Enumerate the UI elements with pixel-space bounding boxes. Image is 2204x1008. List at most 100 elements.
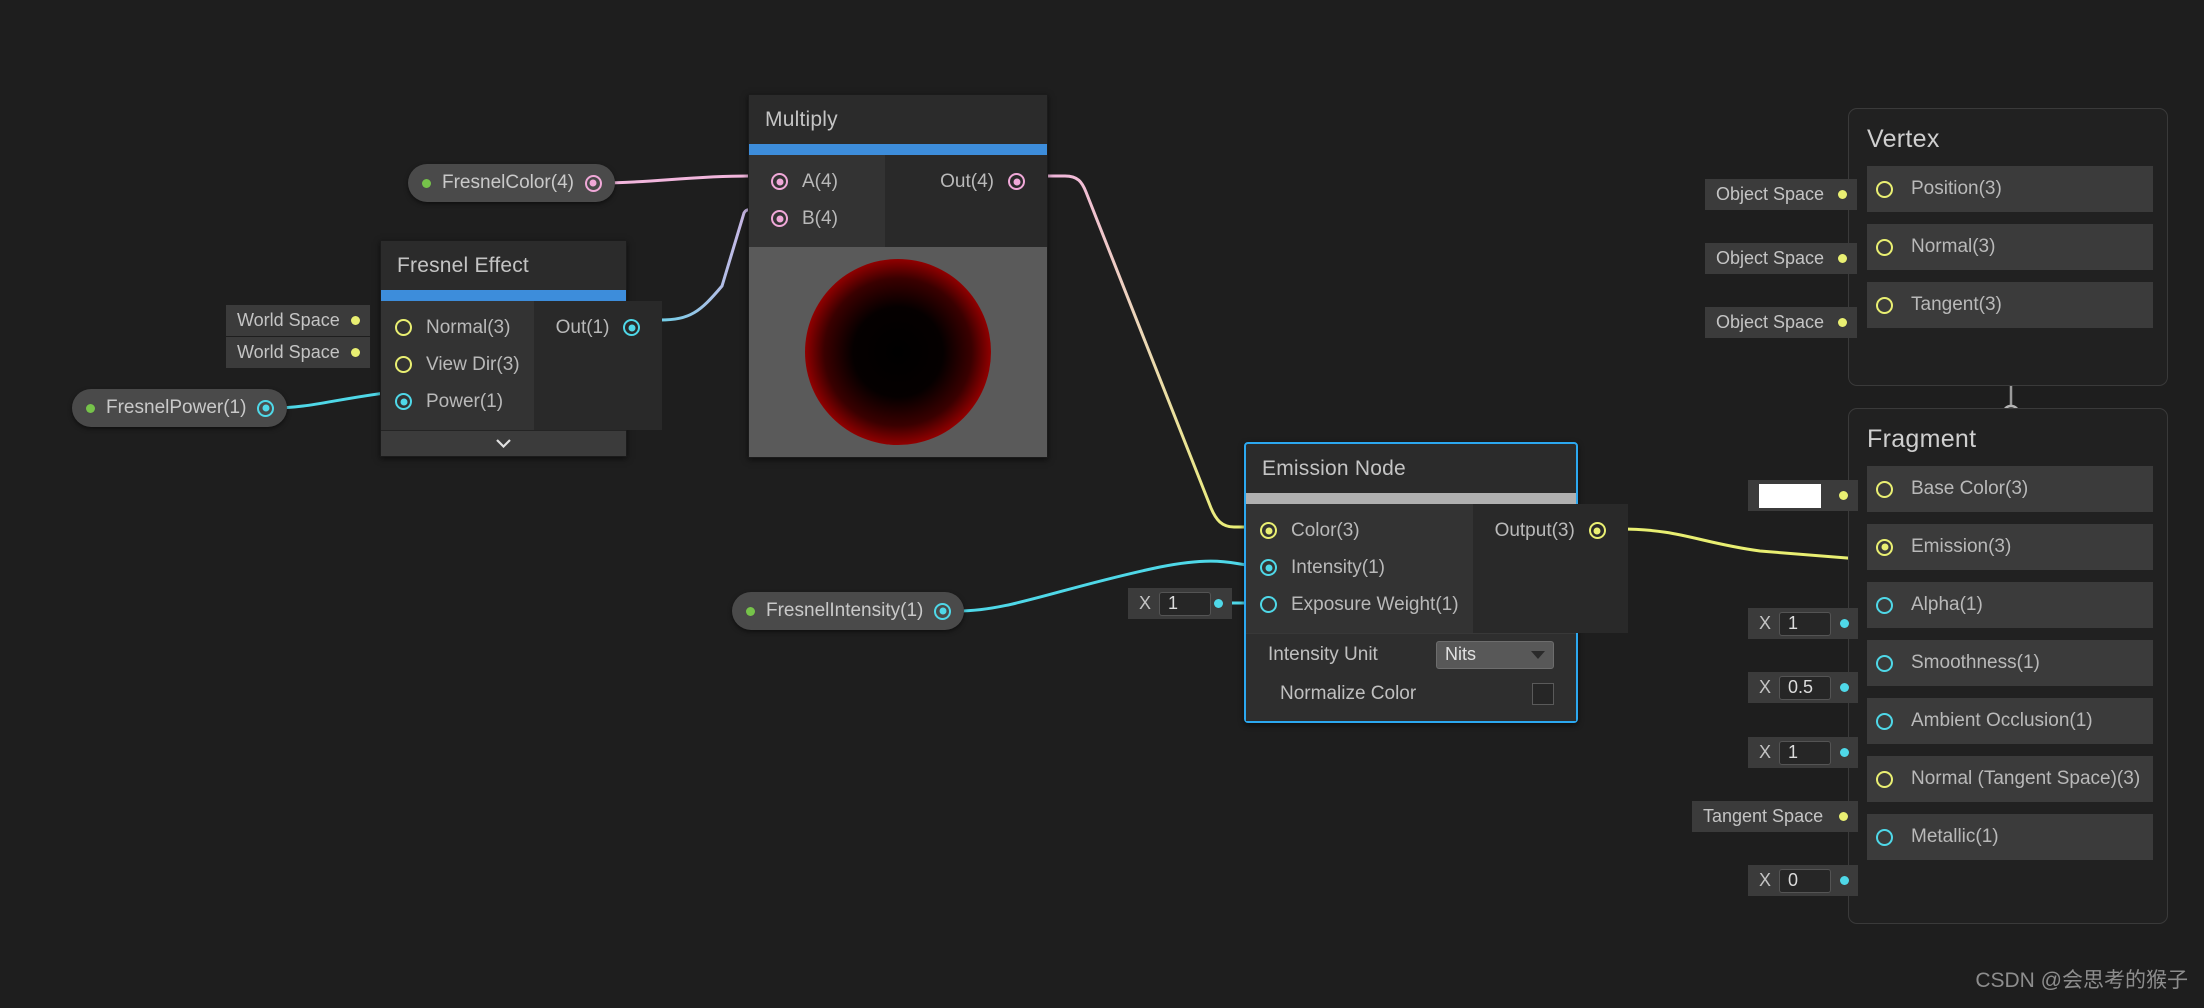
control-port-dot[interactable] [1840,683,1849,692]
port-label: Intensity(1) [1291,556,1385,578]
property-output-port[interactable] [934,602,952,620]
enum-control-normal-tangent-space[interactable]: Tangent Space [1692,801,1858,832]
stack-row-base-color[interactable]: Base Color(3) [1867,466,2153,512]
stack-row-normal-tangent-space[interactable]: Normal (Tangent Space)(3) [1867,756,2153,802]
control-port-dot[interactable] [351,316,360,325]
setting-normalize-color[interactable]: Normalize Color [1246,675,1576,721]
output-port[interactable] [1008,173,1026,190]
number-input[interactable]: 1 [1159,591,1212,616]
enum-control-position-space[interactable]: Object Space [1705,179,1857,210]
float-control-smoothness[interactable]: X 0.5 [1748,672,1858,703]
block-port[interactable] [1876,654,1893,672]
port-row-emission-output[interactable]: Output(3) [1473,512,1628,549]
number-input[interactable]: 0 [1779,868,1832,893]
enum-control-viewdir-space[interactable]: World Space [226,337,370,368]
property-node-fresnel-color[interactable]: FresnelColor(4) [408,164,615,202]
number-input[interactable]: 1 [1779,611,1832,636]
enum-control-tangent-space-vertex[interactable]: Object Space [1705,307,1857,338]
input-port[interactable] [771,173,788,190]
stack-row-tangent[interactable]: Tangent(3) [1867,282,2153,328]
port-row-multiply-a[interactable]: A(4) [749,163,885,200]
property-bullet-icon [746,606,755,616]
port-row-fresnel-power[interactable]: Power(1) [381,383,534,420]
control-port-dot[interactable] [1838,190,1847,199]
block-port[interactable] [1876,238,1893,256]
block-port[interactable] [1876,538,1893,556]
control-port-dot[interactable] [1840,619,1849,628]
control-port-dot[interactable] [1840,876,1849,885]
output-port[interactable] [623,319,641,336]
color-control-base-color[interactable] [1748,480,1858,511]
node-multiply[interactable]: Multiply A(4) B(4) Out(4) [748,94,1048,458]
float-control-ambient-occlusion[interactable]: X 1 [1748,737,1858,768]
stack-row-emission[interactable]: Emission(3) [1867,524,2153,570]
control-port-dot[interactable] [351,348,360,357]
property-output-port[interactable] [257,399,275,417]
node-emission[interactable]: Emission Node Color(3) Intensity(1) Expo… [1244,442,1628,723]
property-output-port[interactable] [584,174,602,192]
normalize-color-checkbox[interactable] [1532,683,1554,705]
enum-control-normal-space[interactable]: World Space [226,305,370,336]
block-port[interactable] [1876,712,1893,730]
stack-row-position[interactable]: Position(3) [1867,166,2153,212]
input-port[interactable] [395,393,412,410]
float-control-metallic[interactable]: X 0 [1748,865,1858,896]
control-port-dot[interactable] [1840,748,1849,757]
port-row-emission-color[interactable]: Color(3) [1246,512,1473,549]
port-row-multiply-b[interactable]: B(4) [749,200,885,237]
port-row-fresnel-out[interactable]: Out(1) [534,309,663,346]
property-node-fresnel-intensity[interactable]: FresnelIntensity(1) [732,592,965,630]
node-fresnel-effect[interactable]: Fresnel Effect Normal(3) View Dir(3) Pow… [380,240,663,457]
float-control-alpha[interactable]: X 1 [1748,608,1858,639]
master-stack-fragment[interactable]: Fragment Base Color(3) Emission(3) Alpha… [1848,408,2168,924]
control-port-dot[interactable] [1838,254,1847,263]
watermark-text: CSDN @会思考的猴子 [1975,969,2188,992]
stack-row-smoothness[interactable]: Smoothness(1) [1867,640,2153,686]
intensity-unit-dropdown[interactable]: Nits [1436,640,1554,669]
block-label: Position(3) [1911,178,2002,199]
output-port[interactable] [1588,522,1606,539]
block-port[interactable] [1876,828,1893,846]
setting-intensity-unit[interactable]: Intensity Unit Nits [1246,633,1576,675]
input-port[interactable] [1260,522,1277,539]
axis-label: X [1139,593,1152,613]
stack-row-normal[interactable]: Normal(3) [1867,224,2153,270]
port-row-emission-exposure[interactable]: Exposure Weight(1) [1246,586,1473,623]
input-port[interactable] [771,210,788,227]
control-port-dot[interactable] [1214,599,1223,608]
control-port-dot[interactable] [1839,491,1848,500]
port-row-fresnel-viewdir[interactable]: View Dir(3) [381,346,534,383]
float-control-exposure-weight[interactable]: X 1 [1128,588,1232,619]
shader-graph-canvas[interactable]: FresnelColor(4) FresnelPower(1) FresnelI… [0,0,2204,1008]
port-row-multiply-out[interactable]: Out(4) [885,163,1047,200]
control-port-dot[interactable] [1839,812,1848,821]
control-port-dot[interactable] [1838,318,1847,327]
node-title: Emission Node [1262,457,1406,480]
input-port[interactable] [1260,559,1277,576]
dropdown-value: Nits [1445,644,1476,664]
port-row-emission-intensity[interactable]: Intensity(1) [1246,549,1473,586]
number-input[interactable]: 1 [1779,740,1832,765]
number-input[interactable]: 0.5 [1779,675,1832,700]
input-port[interactable] [395,356,412,373]
port-row-fresnel-normal[interactable]: Normal(3) [381,309,534,346]
master-stack-vertex[interactable]: Vertex Position(3) Normal(3) Tangent(3) [1848,108,2168,386]
property-node-fresnel-power[interactable]: FresnelPower(1) [72,389,288,427]
block-label: Metallic(1) [1911,826,1999,847]
node-collapse-toggle[interactable] [381,430,626,456]
block-port[interactable] [1876,596,1893,614]
block-port[interactable] [1876,480,1893,498]
enum-control-normal-space-vertex[interactable]: Object Space [1705,243,1857,274]
stack-row-ambient-occlusion[interactable]: Ambient Occlusion(1) [1867,698,2153,744]
node-preview-multiply[interactable] [749,247,1047,457]
stack-row-alpha[interactable]: Alpha(1) [1867,582,2153,628]
property-bullet-icon [86,403,95,413]
block-port[interactable] [1876,296,1893,314]
color-swatch[interactable] [1759,483,1821,508]
input-port[interactable] [1260,596,1277,613]
block-port[interactable] [1876,770,1893,788]
block-port[interactable] [1876,180,1893,198]
stack-row-metallic[interactable]: Metallic(1) [1867,814,2153,860]
edge-fresnelcolor-to-multiply-a [599,174,749,185]
input-port[interactable] [395,319,412,336]
